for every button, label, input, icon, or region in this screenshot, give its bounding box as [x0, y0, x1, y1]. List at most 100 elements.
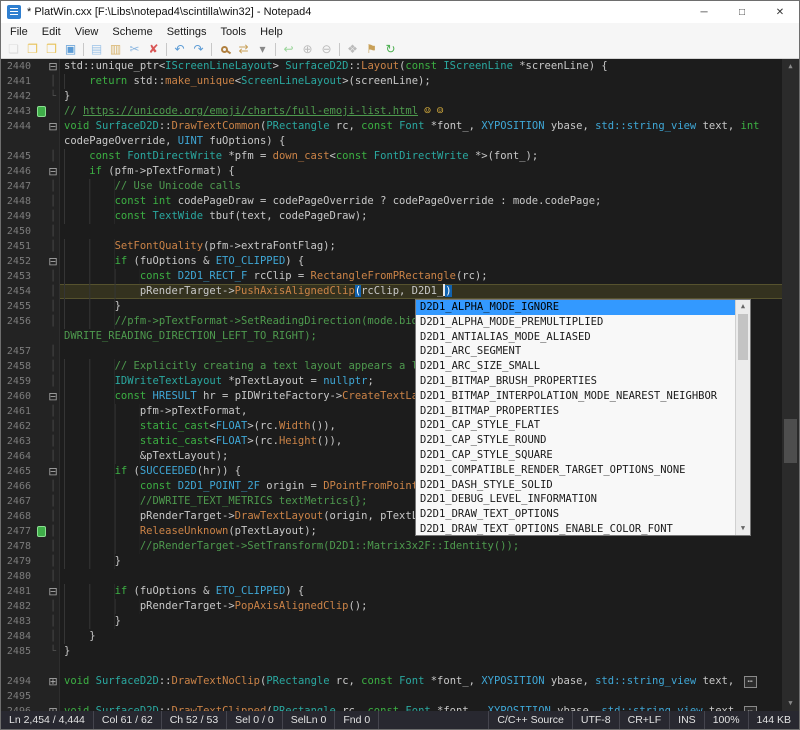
line-number[interactable]: 2443 — [1, 104, 35, 119]
line-number[interactable]: 2449 — [1, 209, 35, 224]
fold-margin[interactable] — [47, 134, 60, 149]
bookmark-margin[interactable] — [35, 539, 47, 554]
autocomplete-scrollbar[interactable]: ▲ ▼ — [735, 300, 750, 535]
line-number[interactable]: 2478 — [1, 539, 35, 554]
bookmark-margin[interactable] — [35, 704, 47, 711]
menu-item-tools[interactable]: Tools — [213, 25, 253, 39]
line-number[interactable]: 2453 — [1, 269, 35, 284]
toolbar-button-replace[interactable]: ⇄ — [234, 41, 253, 58]
line-number[interactable]: 2441 — [1, 74, 35, 89]
bookmark-margin[interactable] — [35, 614, 47, 629]
line-number[interactable]: 2461 — [1, 404, 35, 419]
close-button[interactable]: ✕ — [761, 1, 799, 23]
line-number[interactable]: 2495 — [1, 689, 35, 704]
line-number[interactable]: 2454 — [1, 284, 35, 299]
bookmark-margin[interactable] — [35, 374, 47, 389]
autocomplete-item[interactable]: D2D1_ALPHA_MODE_PREMULTIPLIED — [416, 315, 735, 330]
menu-item-file[interactable]: File — [3, 25, 35, 39]
bookmark-margin[interactable] — [35, 509, 47, 524]
line-number[interactable] — [1, 659, 35, 674]
bookmark-margin[interactable] — [35, 569, 47, 584]
minimize-button[interactable]: ─ — [685, 1, 723, 23]
code-row[interactable]: 2452⊟if (fuOptions & ETO_CLIPPED) { — [1, 254, 782, 269]
code-row[interactable]: 2485└} — [1, 644, 782, 659]
code-row[interactable]: 2449│const TextWide tbuf(text, codePageD… — [1, 209, 782, 224]
bookmark-margin[interactable] — [35, 434, 47, 449]
fold-margin[interactable]: │ — [47, 629, 60, 644]
code-row[interactable]: 2481⊟if (fuOptions & ETO_CLIPPED) { — [1, 584, 782, 599]
fold-margin[interactable]: │ — [47, 479, 60, 494]
menu-item-view[interactable]: View — [68, 25, 106, 39]
code-row[interactable]: 2446⊟if (pfm->pTextFormat) { — [1, 164, 782, 179]
fold-margin[interactable]: │ — [47, 524, 60, 539]
toolbar-button-zoom-out[interactable]: ⊖ — [317, 41, 336, 58]
bookmark-margin[interactable] — [35, 494, 47, 509]
scroll-up-icon[interactable]: ▲ — [782, 59, 799, 74]
bookmark-margin[interactable] — [35, 104, 47, 119]
line-number[interactable]: 2462 — [1, 419, 35, 434]
fold-margin[interactable]: ⊟ — [47, 164, 60, 179]
status-segment[interactable]: 100% — [704, 711, 748, 729]
line-number[interactable]: 2445 — [1, 149, 35, 164]
toolbar-button-delete[interactable]: ✘ — [144, 41, 163, 58]
code-row[interactable]: 2451│SetFontQuality(pfm->extraFontFlag); — [1, 239, 782, 254]
autocomplete-scroll-up-icon[interactable]: ▲ — [736, 300, 750, 313]
line-number[interactable]: 2482 — [1, 599, 35, 614]
editor-scrollbar[interactable]: ▲ ▼ — [782, 59, 799, 711]
scroll-down-icon[interactable]: ▼ — [782, 696, 799, 711]
status-segment[interactable]: 144 KB — [748, 711, 799, 729]
line-number[interactable]: 2466 — [1, 479, 35, 494]
fold-margin[interactable]: │ — [47, 299, 60, 314]
bookmark-margin[interactable] — [35, 149, 47, 164]
fold-margin[interactable]: ⊟ — [47, 119, 60, 134]
fold-margin[interactable]: │ — [47, 194, 60, 209]
line-number[interactable]: 2446 — [1, 164, 35, 179]
toolbar-button-open-file[interactable]: ❐ — [23, 41, 42, 58]
fold-margin[interactable]: └ — [47, 644, 60, 659]
fold-margin[interactable]: │ — [47, 74, 60, 89]
bookmark-margin[interactable] — [35, 359, 47, 374]
bookmark-margin[interactable] — [35, 59, 47, 74]
bookmark-margin[interactable] — [35, 239, 47, 254]
editor[interactable]: 2440⊟std::unique_ptr<IScreenLineLayout> … — [1, 59, 799, 711]
status-segment[interactable]: Ch 52 / 53 — [162, 711, 227, 729]
fold-margin[interactable]: │ — [47, 269, 60, 284]
menu-item-edit[interactable]: Edit — [35, 25, 68, 39]
fold-margin[interactable] — [47, 329, 60, 344]
bookmark-margin[interactable] — [35, 74, 47, 89]
line-number[interactable]: 2484 — [1, 629, 35, 644]
toolbar-button-word-wrap[interactable]: ↩ — [279, 41, 298, 58]
toolbar-button-always-on-top[interactable]: ⚑ — [362, 41, 381, 58]
code-row[interactable]: 2445│const FontDirectWrite *pfm = down_c… — [1, 149, 782, 164]
line-number[interactable]: 2447 — [1, 179, 35, 194]
toolbar-button-paste[interactable]: ▥ — [106, 41, 125, 58]
bookmark-margin[interactable] — [35, 119, 47, 134]
code-row[interactable]: 2448│const int codePageDraw = codePageOv… — [1, 194, 782, 209]
fold-margin[interactable]: │ — [47, 344, 60, 359]
line-number[interactable]: 2465 — [1, 464, 35, 479]
code-row[interactable]: 2454│pRenderTarget->PushAxisAlignedClip(… — [1, 284, 782, 299]
line-number[interactable]: 2444 — [1, 119, 35, 134]
bookmark-margin[interactable] — [35, 389, 47, 404]
bookmark-margin[interactable] — [35, 449, 47, 464]
line-number[interactable]: 2494 — [1, 674, 35, 689]
fold-margin[interactable]: │ — [47, 149, 60, 164]
status-segment[interactable]: Ln 2,454 / 4,444 — [1, 711, 94, 729]
toolbar-button-redo[interactable]: ↷ — [189, 41, 208, 58]
bookmark-margin[interactable] — [35, 689, 47, 704]
line-number[interactable]: 2463 — [1, 434, 35, 449]
bookmark-margin[interactable] — [35, 479, 47, 494]
bookmark-margin[interactable] — [35, 299, 47, 314]
autocomplete-item[interactable]: D2D1_ALPHA_MODE_IGNORE — [416, 300, 735, 315]
bookmark-margin[interactable] — [35, 599, 47, 614]
fold-margin[interactable]: │ — [47, 374, 60, 389]
fold-margin[interactable]: │ — [47, 569, 60, 584]
fold-margin[interactable]: │ — [47, 449, 60, 464]
code-row[interactable]: 2447│// Use Unicode calls — [1, 179, 782, 194]
autocomplete-item[interactable]: D2D1_BITMAP_BRUSH_PROPERTIES — [416, 374, 735, 389]
bookmark-margin[interactable] — [35, 179, 47, 194]
line-number[interactable]: 2464 — [1, 449, 35, 464]
autocomplete-scroll-down-icon[interactable]: ▼ — [736, 522, 750, 535]
menu-item-help[interactable]: Help — [253, 25, 290, 39]
bookmark-margin[interactable] — [35, 209, 47, 224]
